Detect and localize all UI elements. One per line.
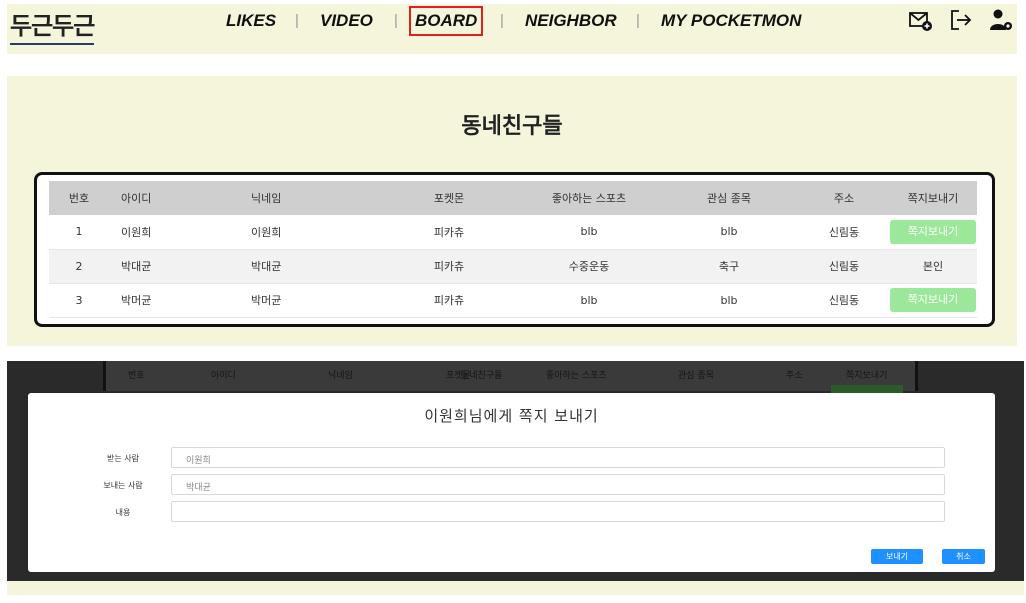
content-label: 내용 [115,508,131,517]
row-nickname: 박머균 [239,283,379,318]
overlay-column-header: 쪽지보내기 [846,371,888,381]
table-row: 2 박대균 박대균 피카츄 수중운동 축구 신림동 본인 [49,249,977,284]
column-header: 주소 [799,181,889,215]
nav-my-pocketmon[interactable]: MY POCKETMON [661,11,801,31]
overlay-column-header: 아이디 [211,371,236,381]
bottom-strip [7,581,1024,595]
column-header: 관심 종목 [659,181,799,215]
row-sport: 수중운동 [519,249,659,284]
send-button[interactable]: 보내기 [871,549,923,564]
column-header: 닉네임 [239,181,379,215]
user-settings-icon[interactable] [989,8,1013,32]
sender-label: 보내는 사람 [103,481,143,490]
top-nav: 두근두근 LIKES | VIDEO | BOARD | NEIGHBOR | … [7,4,1017,54]
row-address: 신림동 [799,249,889,284]
nav-separator: | [500,12,504,29]
send-message-button[interactable]: 쪽지보내기 [890,288,976,312]
column-header: 아이디 [109,181,239,215]
send-message-button[interactable]: 쪽지보내기 [890,219,976,244]
overlay-column-header: 좋아하는 스포츠 [546,371,607,381]
neighbors-table-container: 번호 아이디 닉네임 포켓몬 좋아하는 스포츠 관심 종목 주소 쪽지보내기 1… [34,172,995,327]
table-row: 3 박머균 박머균 피카츄 blb blb 신림동 쪽지보내기 [49,283,977,318]
overlay-background-table: 번호 아이디 닉네임 포켓몬 동네친구들 좋아하는 스포츠 관심 종목 주소 쪽… [103,361,918,393]
row-id: 박대균 [109,249,239,284]
row-interest: 축구 [659,249,799,284]
overlay-message-button [831,385,903,393]
row-pokemon: 피카츄 [379,283,519,318]
nav-board[interactable]: BOARD [408,6,484,36]
row-number: 2 [49,249,109,284]
row-id: 이원희 [109,215,239,250]
cancel-button[interactable]: 취소 [942,549,985,564]
table-row: 1 이원희 이원희 피카츄 blb blb 신림동 쪽지보내기 [49,215,977,250]
section-title: 동네친구들 [461,114,563,139]
column-header: 포켓몬 [379,181,519,215]
nav-video[interactable]: VIDEO [320,11,373,31]
row-sport: blb [519,283,659,318]
overlay-column-header: 번호 [128,371,145,381]
page: 두근두근 LIKES | VIDEO | BOARD | NEIGHBOR | … [0,0,1026,603]
overlay-column-header: 주소 [786,371,803,381]
modal-overlay[interactable]: 번호 아이디 닉네임 포켓몬 동네친구들 좋아하는 스포츠 관심 종목 주소 쪽… [7,361,1024,581]
neighbors-table: 번호 아이디 닉네임 포켓몬 좋아하는 스포츠 관심 종목 주소 쪽지보내기 1… [49,181,977,318]
column-header: 쪽지보내기 [889,181,977,215]
content-field[interactable] [171,501,945,522]
recipient-field[interactable]: 이원희 [171,447,945,468]
row-pokemon: 피카츄 [379,249,519,284]
nav-separator: | [295,12,299,29]
row-number: 1 [49,215,109,250]
nav-separator: | [636,12,640,29]
sender-field[interactable]: 박대균 [171,474,945,495]
nav-likes[interactable]: LIKES [226,11,276,31]
send-message-modal: 이원희님에게 쪽지 보내기 받는 사람 이원희 보내는 사람 박대균 내용 보내… [28,393,995,572]
recipient-label: 받는 사람 [107,454,139,463]
column-header: 번호 [49,181,109,215]
mail-add-icon[interactable] [909,8,933,32]
row-number: 3 [49,283,109,318]
row-address: 신림동 [799,215,889,250]
overlay-column-header: 관심 종목 [678,371,714,381]
overlay-section-title: 동네친구들 [461,371,503,381]
row-sport: blb [519,215,659,250]
row-interest: blb [659,215,799,250]
overlay-column-header: 닉네임 [328,371,353,381]
row-address: 신림동 [799,283,889,318]
row-nickname: 이원희 [239,215,379,250]
logout-icon[interactable] [949,8,973,32]
nav-separator: | [394,12,398,29]
nav-neighbor[interactable]: NEIGHBOR [525,11,617,31]
row-nickname: 박대균 [239,249,379,284]
row-id: 박머균 [109,283,239,318]
column-header: 좋아하는 스포츠 [519,181,659,215]
row-interest: blb [659,283,799,318]
row-pokemon: 피카츄 [379,215,519,250]
neighbors-section: 동네친구들 번호 아이디 닉네임 포켓몬 좋아하는 스포츠 관심 종목 주소 쪽… [7,76,1017,346]
table-header-row: 번호 아이디 닉네임 포켓몬 좋아하는 스포츠 관심 종목 주소 쪽지보내기 [49,181,977,215]
logo[interactable]: 두근두근 [10,6,95,45]
self-label: 본인 [889,249,977,284]
modal-title: 이원희님에게 쪽지 보내기 [424,407,599,425]
